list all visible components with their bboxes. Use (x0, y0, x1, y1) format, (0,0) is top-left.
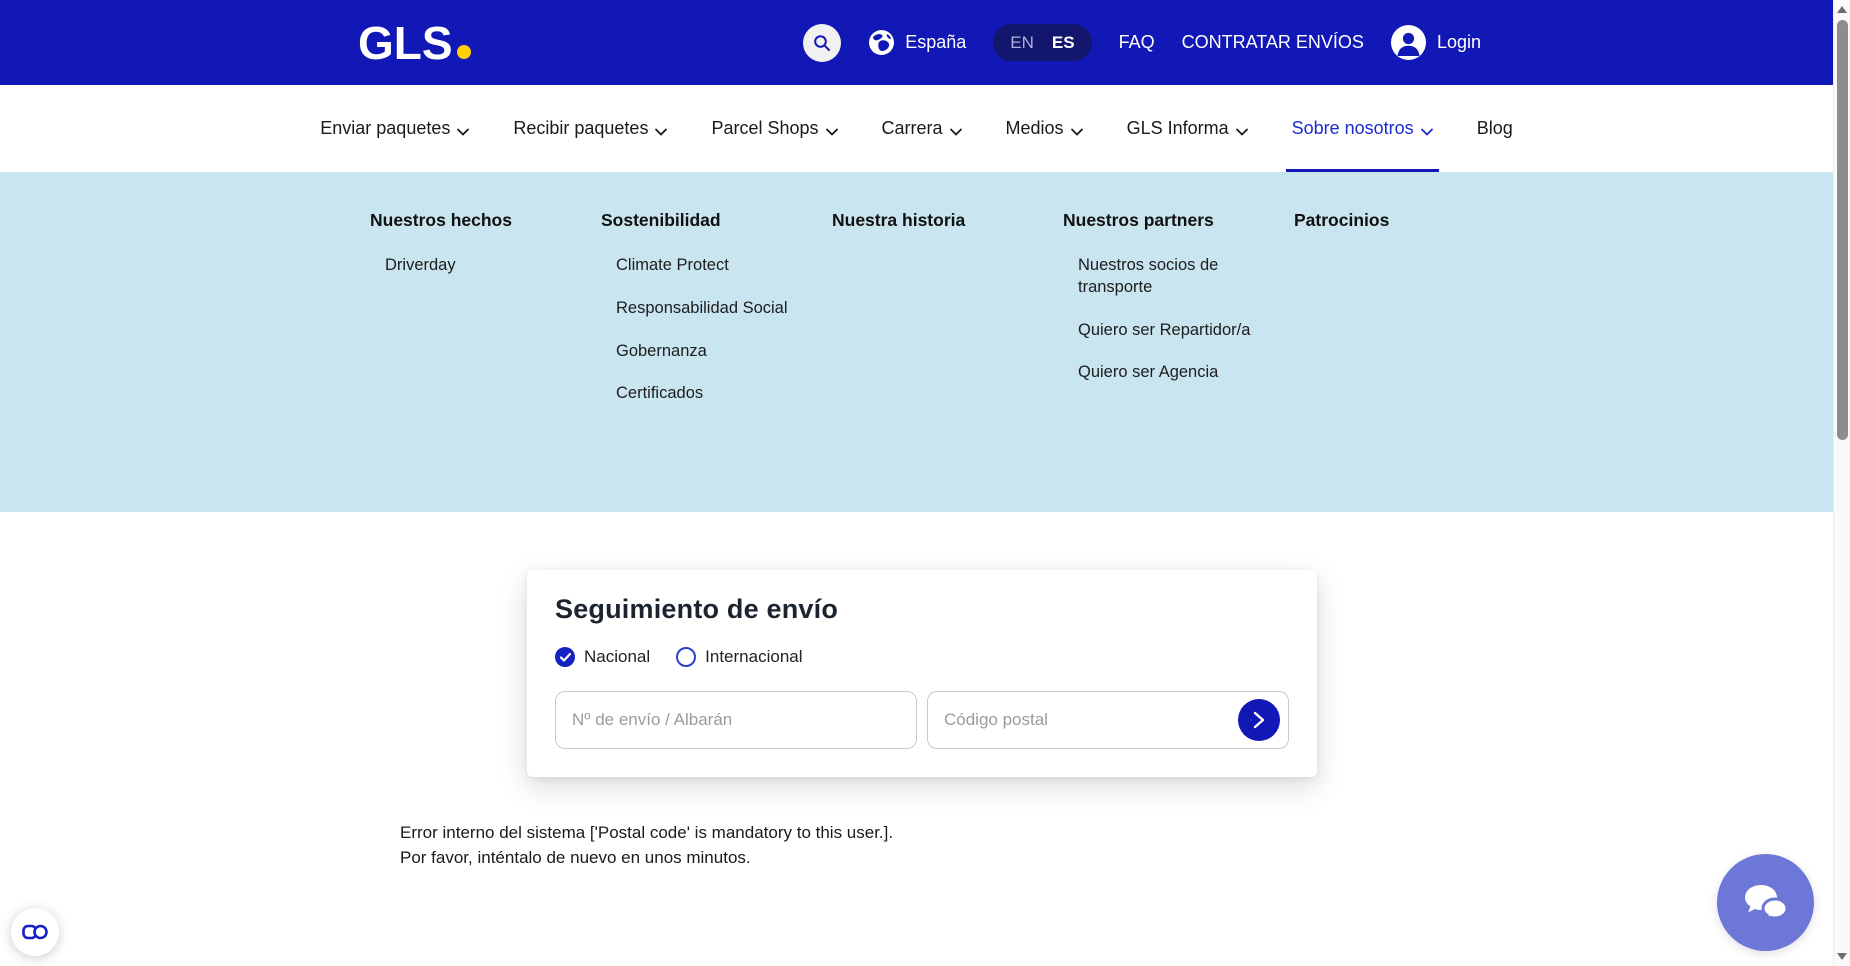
nav-item-carrera[interactable]: Carrera (882, 85, 962, 172)
chevron-down-icon (949, 120, 962, 141)
radio-internacional[interactable]: Internacional (676, 647, 803, 667)
menu-link-climate-protect[interactable]: Climate Protect (616, 255, 806, 277)
scrollbar-up-arrow[interactable] (1837, 6, 1847, 13)
menu-link-socios-de-transporte[interactable]: Nuestros socios de transporte (1078, 255, 1268, 299)
login-button[interactable]: Login (1390, 25, 1481, 60)
mega-column-nuestros-partners: Nuestros partners Nuestros socios de tra… (1063, 210, 1294, 512)
nav-label: Parcel Shops (711, 118, 819, 138)
scrollbar-thumb[interactable] (1837, 20, 1848, 440)
nav-label: GLS Informa (1126, 118, 1229, 138)
nav-item-medios[interactable]: Medios (1006, 85, 1083, 172)
error-line-1: Error interno del sistema ['Postal code'… (400, 823, 894, 842)
top-header: GLS España EN ES FAQ CONTRATAR ENVÍOS Lo… (0, 0, 1833, 85)
tracking-number-input[interactable] (555, 691, 917, 749)
tracking-card: Seguimiento de envío Nacional Internacio… (527, 570, 1317, 777)
nav-label: Blog (1476, 118, 1513, 138)
mega-column-sostenibilidad: Sostenibilidad Climate Protect Responsab… (601, 210, 832, 512)
header-right-cluster: España EN ES FAQ CONTRATAR ENVÍOS Login (803, 23, 1481, 62)
search-icon (813, 34, 831, 52)
chat-button[interactable] (1717, 854, 1814, 951)
main-content: Seguimiento de envío Nacional Internacio… (0, 512, 1833, 870)
language-switcher: EN ES (993, 24, 1092, 61)
tracking-submit-button[interactable] (1238, 699, 1280, 741)
gls-logo-dot (456, 44, 471, 59)
tracking-error-message: Error interno del sistema ['Postal code'… (400, 821, 1833, 870)
menu-link-gobernanza[interactable]: Gobernanza (616, 341, 806, 363)
chevron-down-icon (1235, 120, 1248, 141)
chevron-down-icon (1420, 120, 1433, 141)
mega-column-header[interactable]: Nuestros partners (1063, 210, 1294, 231)
country-label: España (905, 32, 967, 52)
postal-code-field-wrap (927, 691, 1289, 749)
mega-column-nuestros-hechos: Nuestros hechos Driverday (370, 210, 601, 512)
login-label: Login (1436, 32, 1481, 52)
chevron-down-icon (825, 120, 838, 141)
radio-nacional-label: Nacional (584, 647, 651, 666)
tracking-number-field-wrap (555, 691, 917, 749)
gls-logo-text: GLS (358, 16, 453, 69)
gls-website: GLS España EN ES FAQ CONTRATAR ENVÍOS Lo… (0, 0, 1850, 966)
menu-link-quiero-ser-repartidor[interactable]: Quiero ser Repartidor/a (1078, 320, 1268, 342)
nav-label: Medios (1005, 118, 1064, 138)
globe-icon (868, 29, 895, 56)
mega-column-patrocinios: Patrocinios (1294, 210, 1389, 512)
mega-column-nuestra-historia: Nuestra historia (832, 210, 1063, 512)
scrollbar-down-arrow[interactable] (1837, 953, 1847, 960)
radio-internacional-label: Internacional (705, 647, 803, 666)
menu-link-responsabilidad-social[interactable]: Responsabilidad Social (616, 298, 806, 320)
mega-column-header[interactable]: Nuestra historia (832, 210, 1063, 231)
mega-column-header[interactable]: Sostenibilidad (601, 210, 832, 231)
nav-item-enviar-paquetes[interactable]: Enviar paquetes (320, 85, 470, 172)
gls-logo[interactable]: GLS (358, 20, 471, 66)
toggle-widget-icon (22, 924, 48, 940)
vertical-scrollbar[interactable] (1833, 0, 1850, 966)
radio-selected-icon (555, 647, 575, 667)
chevron-down-icon (655, 120, 668, 141)
error-line-2: Por favor, inténtalo de nuevo en unos mi… (400, 847, 751, 867)
nav-item-blog[interactable]: Blog (1477, 85, 1513, 172)
arrow-right-icon (1253, 711, 1265, 729)
contratar-envios-link[interactable]: CONTRATAR ENVÍOS (1182, 32, 1364, 53)
mega-column-header[interactable]: Nuestros hechos (370, 210, 601, 231)
chevron-down-icon (1070, 120, 1083, 141)
page-content: GLS España EN ES FAQ CONTRATAR ENVÍOS Lo… (0, 0, 1833, 966)
faq-link[interactable]: FAQ (1119, 32, 1155, 53)
nav-label: Sobre nosotros (1291, 118, 1414, 138)
accessibility-widget-button[interactable] (11, 908, 59, 956)
nav-item-recibir-paquetes[interactable]: Recibir paquetes (513, 85, 668, 172)
chat-bubbles-icon (1743, 883, 1789, 923)
country-selector[interactable]: España (868, 29, 966, 56)
nav-item-gls-informa[interactable]: GLS Informa (1127, 85, 1248, 172)
chevron-down-icon (457, 120, 470, 141)
menu-link-quiero-ser-agencia[interactable]: Quiero ser Agencia (1078, 362, 1268, 384)
nav-label: Enviar paquetes (320, 118, 451, 138)
nav-item-parcel-shops[interactable]: Parcel Shops (711, 85, 838, 172)
sobre-nosotros-mega-menu: Nuestros hechos Driverday Sostenibilidad… (0, 172, 1833, 512)
radio-nacional[interactable]: Nacional (555, 647, 650, 667)
search-button[interactable] (803, 23, 842, 62)
mega-column-header[interactable]: Patrocinios (1294, 210, 1389, 231)
nav-label: Carrera (881, 118, 943, 138)
nav-label: Recibir paquetes (513, 118, 649, 138)
user-avatar-icon (1390, 25, 1426, 60)
radio-unselected-icon (676, 647, 697, 667)
tracking-inputs (555, 691, 1289, 749)
postal-code-input[interactable] (927, 691, 1289, 749)
tracking-card-title: Seguimiento de envío (555, 594, 839, 624)
tracking-scope-radios: Nacional Internacional (555, 647, 1289, 667)
menu-link-certificados[interactable]: Certificados (616, 383, 806, 405)
menu-link-driverday[interactable]: Driverday (385, 255, 575, 277)
nav-item-sobre-nosotros[interactable]: Sobre nosotros (1285, 85, 1439, 172)
lang-option-en[interactable]: EN (1010, 33, 1034, 53)
main-navigation: Enviar paquetes Recibir paquetes Parcel … (0, 85, 1833, 172)
lang-option-es[interactable]: ES (1052, 33, 1075, 53)
